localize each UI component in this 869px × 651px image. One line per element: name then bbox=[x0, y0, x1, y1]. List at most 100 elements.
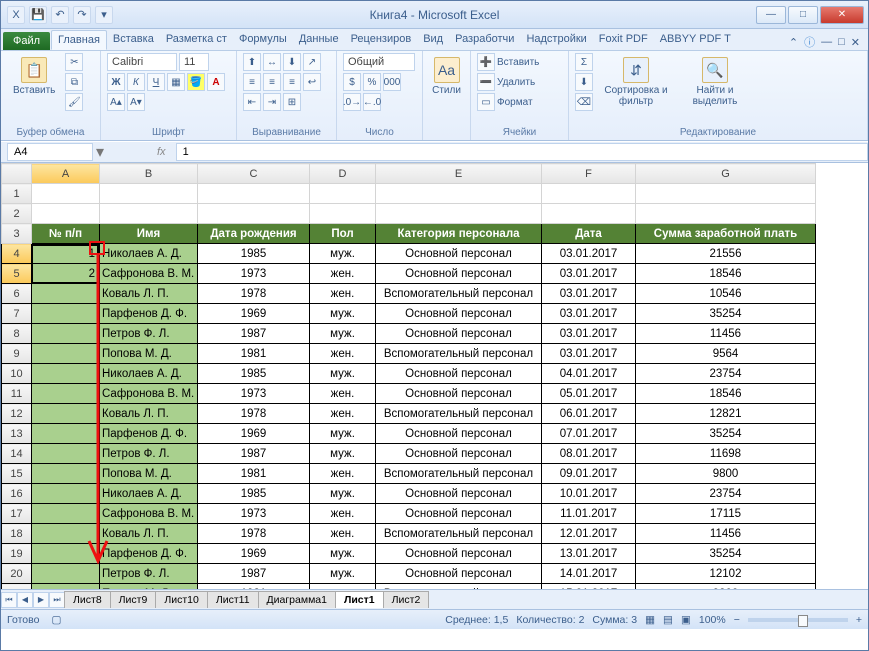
zoom-in-button[interactable]: + bbox=[856, 614, 862, 626]
ribbon-tab-0[interactable]: Главная bbox=[51, 30, 107, 50]
row-header-4[interactable]: 4 bbox=[2, 244, 32, 264]
cell-sum[interactable]: 35254 bbox=[636, 544, 816, 564]
italic-button[interactable]: К bbox=[127, 73, 145, 91]
cell-sex[interactable]: жен. bbox=[310, 464, 376, 484]
cell-birth[interactable]: 1987 bbox=[198, 444, 310, 464]
cell[interactable] bbox=[376, 184, 542, 204]
row-header-18[interactable]: 18 bbox=[2, 524, 32, 544]
cell-birth[interactable]: 1969 bbox=[198, 304, 310, 324]
sheet-nav-prev-icon[interactable]: ◀ bbox=[17, 592, 33, 608]
cell-idx[interactable] bbox=[32, 564, 100, 584]
find-select-button[interactable]: 🔍 Найти и выделить bbox=[679, 53, 751, 111]
cell-sum[interactable]: 9800 bbox=[636, 584, 816, 590]
cell-sum[interactable]: 18546 bbox=[636, 384, 816, 404]
cell-sex[interactable]: муж. bbox=[310, 444, 376, 464]
zoom-level[interactable]: 100% bbox=[699, 614, 726, 626]
cell[interactable] bbox=[100, 204, 198, 224]
cell-sex[interactable]: жен. bbox=[310, 584, 376, 590]
cell-idx[interactable] bbox=[32, 404, 100, 424]
cell-date[interactable]: 03.01.2017 bbox=[542, 264, 636, 284]
align-right-icon[interactable]: ≡ bbox=[283, 73, 301, 91]
cell-sum[interactable]: 35254 bbox=[636, 424, 816, 444]
cell-name[interactable]: Петров Ф. Л. bbox=[100, 324, 198, 344]
cell-category[interactable]: Основной персонал bbox=[376, 264, 542, 284]
col-header-D[interactable]: D bbox=[310, 164, 376, 184]
cell-name[interactable]: Сафронова В. М. bbox=[100, 264, 198, 284]
cell-sum[interactable]: 21556 bbox=[636, 244, 816, 264]
align-top-icon[interactable]: ⬆ bbox=[243, 53, 261, 71]
row-header-6[interactable]: 6 bbox=[2, 284, 32, 304]
row-header-14[interactable]: 14 bbox=[2, 444, 32, 464]
cell-category[interactable]: Основной персонал bbox=[376, 424, 542, 444]
inc-decimal-icon[interactable]: .0→ bbox=[343, 93, 361, 111]
col-header-G[interactable]: G bbox=[636, 164, 816, 184]
cell-sex[interactable]: муж. bbox=[310, 244, 376, 264]
cell-birth[interactable]: 1973 bbox=[198, 504, 310, 524]
indent-inc-icon[interactable]: ⇥ bbox=[263, 93, 281, 111]
cell-date[interactable]: 08.01.2017 bbox=[542, 444, 636, 464]
cell-category[interactable]: Основной персонал bbox=[376, 504, 542, 524]
cell-sum[interactable]: 11456 bbox=[636, 524, 816, 544]
sheet-tab-Лист8[interactable]: Лист8 bbox=[64, 591, 111, 608]
cell-birth[interactable]: 1978 bbox=[198, 524, 310, 544]
styles-button[interactable]: Aa Стили bbox=[429, 53, 464, 100]
row-header-12[interactable]: 12 bbox=[2, 404, 32, 424]
row-header-16[interactable]: 16 bbox=[2, 484, 32, 504]
font-color-button[interactable]: A bbox=[207, 73, 225, 91]
align-left-icon[interactable]: ≡ bbox=[243, 73, 261, 91]
view-normal-icon[interactable]: ▦ bbox=[645, 614, 655, 626]
row-header-21[interactable]: 21 bbox=[2, 584, 32, 590]
cell-idx[interactable] bbox=[32, 364, 100, 384]
cell-name[interactable]: Коваль Л. П. bbox=[100, 404, 198, 424]
sheet-tab-Лист9[interactable]: Лист9 bbox=[110, 591, 157, 608]
table-header[interactable]: Категория персонала bbox=[376, 224, 542, 244]
cell-sex[interactable]: муж. bbox=[310, 564, 376, 584]
cell-sum[interactable]: 11456 bbox=[636, 324, 816, 344]
cell[interactable] bbox=[32, 184, 100, 204]
cell[interactable] bbox=[376, 204, 542, 224]
row-header-5[interactable]: 5 bbox=[2, 264, 32, 284]
cell-category[interactable]: Основной персонал bbox=[376, 364, 542, 384]
cell-category[interactable]: Вспомогательный персонал bbox=[376, 284, 542, 304]
cell-birth[interactable]: 1978 bbox=[198, 404, 310, 424]
minimize-button[interactable]: — bbox=[756, 6, 786, 24]
cell-date[interactable]: 14.01.2017 bbox=[542, 564, 636, 584]
cell-name[interactable]: Попова М. Д. bbox=[100, 584, 198, 590]
cell-date[interactable]: 09.01.2017 bbox=[542, 464, 636, 484]
zoom-out-button[interactable]: − bbox=[734, 614, 740, 626]
cell-category[interactable]: Вспомогательный персонал bbox=[376, 344, 542, 364]
cell-category[interactable]: Вспомогательный персонал bbox=[376, 404, 542, 424]
underline-button[interactable]: Ч bbox=[147, 73, 165, 91]
row-header-9[interactable]: 9 bbox=[2, 344, 32, 364]
row-header-3[interactable]: 3 bbox=[2, 224, 32, 244]
cell-name[interactable]: Попова М. Д. bbox=[100, 344, 198, 364]
ribbon-tab-8[interactable]: Надстройки bbox=[520, 30, 592, 50]
cell-sum[interactable]: 23754 bbox=[636, 364, 816, 384]
bold-button[interactable]: Ж bbox=[107, 73, 125, 91]
cell[interactable] bbox=[100, 184, 198, 204]
cells-insert-button[interactable]: ➕Вставить bbox=[477, 53, 539, 71]
merge-icon[interactable]: ⊞ bbox=[283, 93, 301, 111]
cell-sum[interactable]: 35254 bbox=[636, 304, 816, 324]
formula-bar[interactable]: 1 bbox=[176, 143, 868, 161]
cells-format-button[interactable]: ▭Формат bbox=[477, 93, 533, 111]
sort-filter-button[interactable]: ⇵ Сортировка и фильтр bbox=[597, 53, 675, 111]
cell-idx[interactable] bbox=[32, 344, 100, 364]
cell-idx[interactable] bbox=[32, 384, 100, 404]
qat-dropdown-icon[interactable]: ▾ bbox=[95, 6, 113, 24]
row-header-7[interactable]: 7 bbox=[2, 304, 32, 324]
cell-name[interactable]: Петров Ф. Л. bbox=[100, 444, 198, 464]
ribbon-tab-2[interactable]: Разметка ст bbox=[160, 30, 233, 50]
cell-name[interactable]: Николаев А. Д. bbox=[100, 244, 198, 264]
ribbon-tab-1[interactable]: Вставка bbox=[107, 30, 160, 50]
cell-sex[interactable]: жен. bbox=[310, 504, 376, 524]
minimize-ribbon-icon[interactable]: ⌃ bbox=[789, 36, 798, 49]
sheet-nav-first-icon[interactable]: ⏮ bbox=[1, 592, 17, 608]
cut-icon[interactable]: ✂ bbox=[65, 53, 83, 71]
cell-sex[interactable]: муж. bbox=[310, 364, 376, 384]
cell-idx[interactable]: 2 bbox=[32, 264, 100, 284]
fill-color-button[interactable]: 🪣 bbox=[187, 73, 205, 91]
col-header-C[interactable]: C bbox=[198, 164, 310, 184]
cell-sum[interactable]: 12102 bbox=[636, 564, 816, 584]
cell-date[interactable]: 12.01.2017 bbox=[542, 524, 636, 544]
